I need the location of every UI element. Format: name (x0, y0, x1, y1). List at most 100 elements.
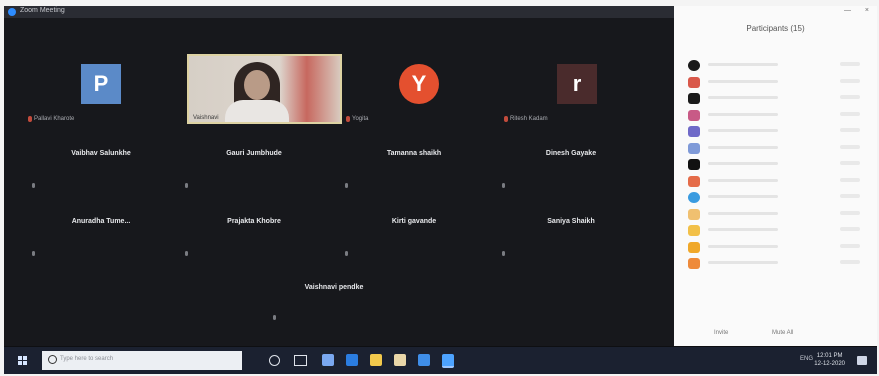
participant-avatar (688, 109, 700, 121)
participant-row-icons (840, 210, 860, 215)
mic-muted-icon (273, 315, 276, 320)
search-placeholder: Type here to search (60, 356, 114, 362)
clock-date: 12-12-2020 (814, 361, 845, 367)
taskbar-search-input[interactable]: Type here to search (42, 351, 242, 370)
participants-panel: — × Participants (15) Invite Mute All (674, 6, 877, 346)
participant-row[interactable] (688, 141, 868, 158)
file-explorer-icon[interactable] (370, 354, 382, 366)
participant-row-icons (840, 128, 860, 132)
mail-app-icon[interactable] (418, 354, 430, 366)
mic-muted-icon (502, 251, 505, 256)
participant-tile-12[interactable]: Saniya Shaikh (496, 214, 646, 260)
participant-tile-11[interactable]: Kirti gavande (339, 214, 489, 260)
participants-list (688, 58, 868, 273)
participant-tile-6[interactable]: Gauri Jumbhude (179, 146, 329, 192)
participant-video-tile[interactable]: Vaishnavi (187, 54, 342, 124)
zoom-icon (8, 8, 16, 16)
participant-avatar (688, 142, 700, 154)
invite-button[interactable]: Invite (714, 330, 728, 336)
title-bar: Zoom Meeting (4, 6, 674, 18)
participant-row-icons (840, 111, 860, 116)
participant-row[interactable] (688, 240, 868, 257)
participant-row-icons (840, 161, 860, 165)
participant-name: Vaishnavi pendke (304, 284, 364, 291)
participant-row-name (708, 145, 778, 149)
participant-name: Saniya Shaikh (547, 218, 595, 225)
participant-row-name (708, 63, 778, 66)
cortana-icon[interactable] (269, 355, 280, 366)
participant-tile-1[interactable]: P Pallavi Kharote (26, 54, 176, 124)
participant-row[interactable] (688, 75, 868, 92)
participant-row-name (708, 211, 778, 215)
task-view-icon[interactable] (294, 355, 307, 366)
app-icon[interactable] (394, 354, 406, 366)
participant-row[interactable] (688, 58, 868, 75)
participant-row-icons (840, 78, 860, 83)
store-app-icon[interactable] (346, 354, 358, 366)
meeting-window: Zoom Meeting P Pallavi Kharote Vaishnavi… (4, 6, 674, 346)
participant-tile-13[interactable]: Vaishnavi pendke (259, 280, 409, 324)
taskbar-clock[interactable]: 12:01 PM 12-12-2020 (814, 352, 845, 368)
participant-tile-4[interactable]: r Ritesh Kadam (502, 54, 652, 124)
edge-app-icon[interactable] (322, 354, 334, 366)
participant-name: Anuradha Tume... (71, 218, 131, 225)
taskbar: Type here to search ENG 12:01 PM 12-12-2… (4, 347, 877, 374)
participant-tile-8[interactable]: Dinesh Gayake (496, 146, 646, 192)
participant-tile-7[interactable]: Tamanna shaikh (339, 146, 489, 192)
minimize-icon[interactable]: — (844, 7, 851, 14)
participant-name: Yogita (352, 116, 369, 122)
participant-row-name (708, 79, 778, 83)
participant-row[interactable] (688, 223, 868, 240)
participant-name: Ritesh Kadam (510, 116, 548, 122)
participant-avatar (688, 208, 700, 220)
system-tray-language[interactable]: ENG (800, 356, 813, 362)
participant-row-icons (840, 144, 860, 149)
participant-row-name (708, 244, 778, 248)
participant-row-name (708, 96, 778, 99)
participant-row[interactable] (688, 108, 868, 125)
participant-avatar (688, 225, 700, 236)
participant-name: Vaishnavi (193, 115, 219, 121)
clock-time: 12:01 PM (816, 353, 843, 359)
participant-name: Prajakta Khobre (227, 218, 281, 225)
close-icon[interactable]: × (865, 7, 869, 14)
notification-icon[interactable] (857, 356, 867, 365)
avatar: Y (399, 64, 439, 104)
participant-row-icons (840, 194, 860, 198)
participant-name: Tamanna shaikh (386, 150, 442, 157)
participant-avatar (688, 159, 700, 170)
participant-row-name (708, 228, 778, 231)
participant-avatar (688, 93, 700, 104)
participant-avatar (688, 175, 700, 187)
windows-start-icon[interactable] (18, 356, 28, 366)
participant-row[interactable] (688, 157, 868, 174)
participant-tile-3[interactable]: Y Yogita (344, 54, 494, 124)
mic-muted-icon (185, 183, 188, 188)
participant-row-icons (840, 227, 860, 231)
participant-row[interactable] (688, 256, 868, 273)
participant-row[interactable] (688, 124, 868, 141)
zoom-taskbar-icon[interactable] (442, 354, 454, 368)
participant-row-name (708, 178, 778, 182)
mic-muted-icon (28, 116, 32, 122)
participant-name: Kirti gavande (391, 218, 437, 225)
participant-avatar (688, 126, 700, 137)
participant-row-name (708, 195, 778, 198)
participant-tile-5[interactable]: Vaibhav Salunkhe (26, 146, 176, 192)
participant-row[interactable] (688, 207, 868, 224)
window-title: Zoom Meeting (20, 7, 65, 14)
participant-tile-9[interactable]: Anuradha Tume... (26, 214, 176, 260)
mute-all-button[interactable]: Mute All (772, 330, 793, 336)
avatar: r (557, 64, 597, 104)
avatar: P (81, 64, 121, 104)
participant-row[interactable] (688, 91, 868, 108)
search-icon (48, 355, 57, 364)
desktop-screen: Zoom Meeting P Pallavi Kharote Vaishnavi… (4, 6, 877, 374)
participant-row[interactable] (688, 190, 868, 207)
participant-row[interactable] (688, 174, 868, 191)
participant-tile-10[interactable]: Prajakta Khobre (179, 214, 329, 260)
participant-name: Gauri Jumbhude (226, 150, 282, 157)
mic-muted-icon (185, 251, 188, 256)
mic-muted-icon (346, 116, 350, 122)
participant-name: Dinesh Gayake (545, 150, 597, 157)
